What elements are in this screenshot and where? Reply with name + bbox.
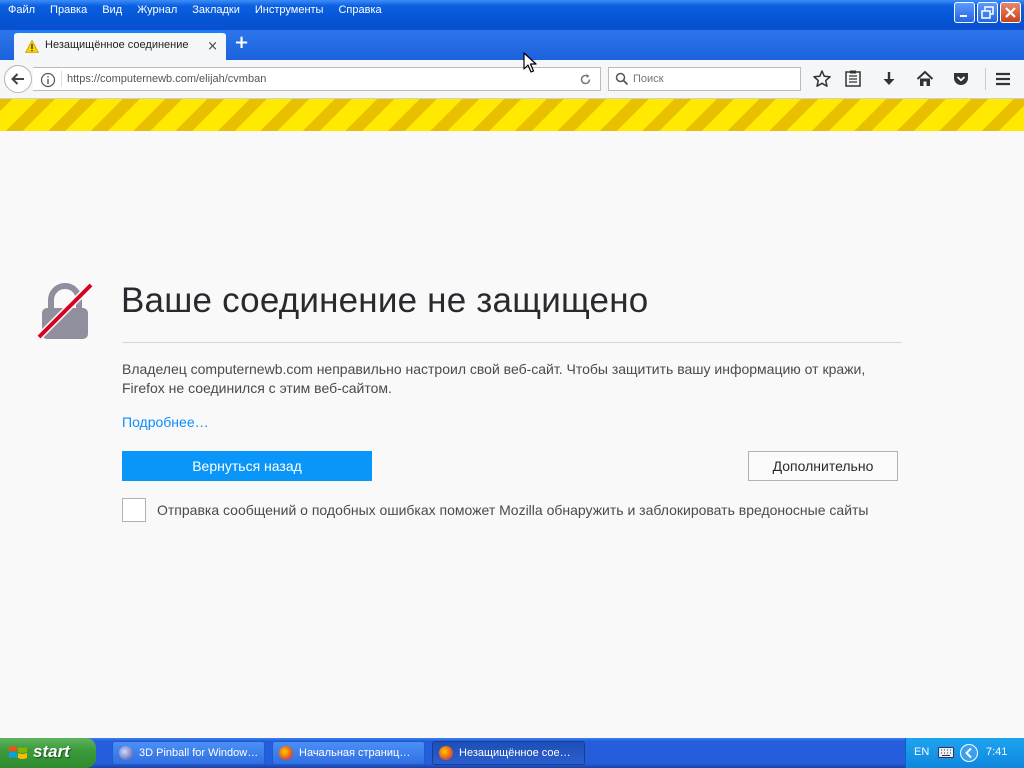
taskbar-item-label: Начальная страниц… (299, 747, 411, 759)
error-page-content: Ваше соединение не защищено Владелец com… (0, 131, 1024, 738)
title-divider (122, 342, 902, 343)
firefox-icon (279, 746, 293, 760)
pocket-icon[interactable] (951, 69, 971, 89)
navigation-toolbar: https://computernewb.com/elijah/cvmban (0, 60, 1024, 99)
taskbar: start 3D Pinball for Window… Начальная с… (0, 738, 1024, 768)
menu-edit[interactable]: Правка (50, 3, 94, 17)
windows-flag-icon (9, 746, 27, 759)
firefox-icon (439, 746, 453, 760)
learn-more-link[interactable]: Подробнее… (122, 414, 209, 430)
menu-help[interactable]: Справка (338, 3, 388, 17)
pinball-icon (119, 746, 133, 760)
tray-expand-icon[interactable] (959, 743, 979, 763)
back-arrow-icon (11, 73, 24, 85)
info-icon[interactable] (40, 72, 56, 88)
warning-icon (25, 40, 39, 53)
minimize-button[interactable] (954, 2, 975, 23)
system-tray: EN 7:41 (905, 738, 1024, 768)
toolbar-separator (985, 68, 986, 90)
clock: 7:41 (986, 746, 1008, 758)
page-title: Ваше соединение не защищено (121, 281, 649, 320)
menu-view[interactable]: Вид (102, 3, 129, 17)
tab-insecure-connection[interactable]: Незащищённое соединение × (14, 31, 226, 60)
taskbar-item-firefox-home[interactable]: Начальная страниц… (272, 741, 425, 765)
search-icon (615, 72, 629, 86)
window-controls (954, 2, 1021, 23)
menu-bar: Файл Правка Вид Журнал Закладки Инструме… (8, 3, 397, 17)
language-indicator[interactable]: EN (914, 746, 929, 758)
broken-lock-icon (36, 283, 94, 340)
minimize-icon (960, 15, 967, 17)
back-button[interactable] (4, 65, 32, 93)
tab-close-icon[interactable]: × (207, 39, 218, 54)
menu-file[interactable]: Файл (8, 3, 42, 17)
hamburger-menu-icon[interactable] (993, 69, 1013, 89)
new-tab-button[interactable]: + (234, 34, 249, 52)
tab-title: Незащищённое соединение (45, 39, 189, 51)
menu-history[interactable]: Журнал (137, 3, 184, 17)
report-errors-label: Отправка сообщений о подобных ошибках по… (157, 502, 869, 518)
close-icon (1005, 7, 1016, 18)
insecure-warning-stripe (0, 99, 1024, 131)
advanced-button[interactable]: Дополнительно (748, 451, 898, 481)
start-button[interactable]: start (0, 738, 96, 768)
taskbar-item-firefox-insecure[interactable]: Незащищённое сое… (432, 741, 585, 765)
reload-icon[interactable] (579, 73, 592, 86)
taskbar-item-label: Незащищённое сое… (459, 747, 571, 759)
url-separator (61, 71, 62, 87)
reading-list-icon[interactable] (843, 69, 863, 89)
menu-tools[interactable]: Инструменты (255, 3, 331, 17)
url-text[interactable]: https://computernewb.com/elijah/cvmban (67, 73, 266, 85)
url-bar[interactable]: https://computernewb.com/elijah/cvmban (33, 67, 601, 91)
home-icon[interactable] (915, 69, 935, 89)
keyboard-icon[interactable] (938, 747, 954, 758)
search-bar[interactable] (608, 67, 801, 91)
error-description: Владелец computernewb.com неправильно на… (122, 361, 866, 396)
download-icon[interactable] (879, 69, 899, 89)
bookmark-star-icon[interactable] (812, 69, 832, 89)
taskbar-item-pinball[interactable]: 3D Pinball for Window… (112, 741, 265, 765)
start-label: start (33, 742, 70, 761)
close-window-button[interactable] (1000, 2, 1021, 23)
taskbar-item-label: 3D Pinball for Window… (139, 747, 259, 759)
menu-bookmarks[interactable]: Закладки (192, 3, 247, 17)
window-title-bar: Файл Правка Вид Журнал Закладки Инструме… (0, 0, 1024, 30)
tab-strip: Незащищённое соединение × (0, 30, 1024, 60)
restore-icon (981, 6, 994, 19)
mouse-cursor-icon (523, 52, 537, 73)
report-errors-checkbox[interactable] (122, 498, 146, 522)
go-back-button[interactable]: Вернуться назад (122, 451, 372, 481)
search-input[interactable] (633, 71, 793, 87)
restore-button[interactable] (977, 2, 998, 23)
